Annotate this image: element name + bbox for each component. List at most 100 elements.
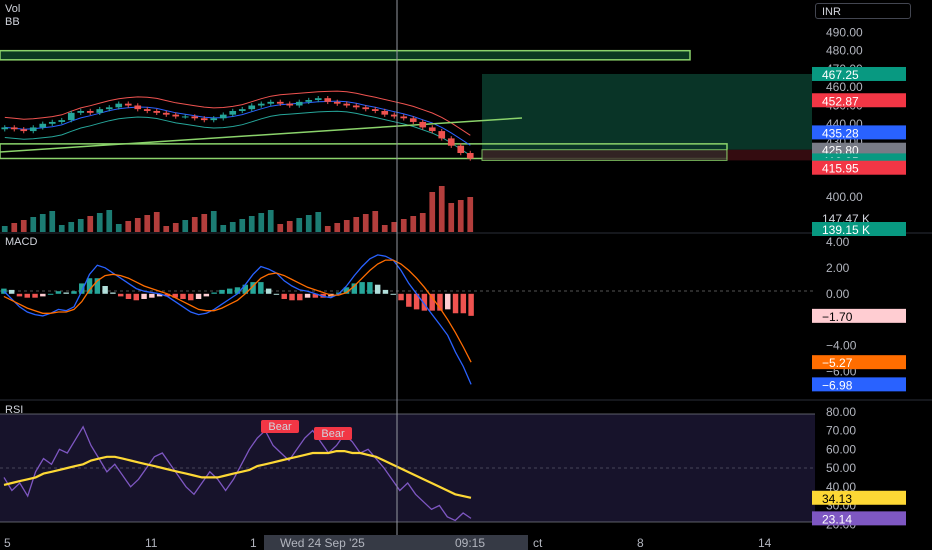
volume-bar xyxy=(201,214,208,232)
candle xyxy=(352,105,360,108)
macd-histogram-bar xyxy=(382,289,389,294)
macd-histogram-bar xyxy=(32,293,38,298)
volume-bar xyxy=(11,223,18,232)
macd-line xyxy=(3,254,472,385)
price-badge-0[interactable]: 467.25 xyxy=(812,66,906,82)
target-zone[interactable] xyxy=(482,73,812,150)
candle xyxy=(248,105,256,110)
candle xyxy=(286,103,294,106)
macd-histogram-bar xyxy=(47,293,54,295)
stop-zone[interactable] xyxy=(727,149,812,161)
volume-bar xyxy=(438,186,445,232)
candle xyxy=(172,114,180,117)
macd-histogram-bar xyxy=(149,293,155,298)
price-tick-8: 400.00 xyxy=(826,190,863,204)
candle xyxy=(210,118,218,121)
macd-badge-1-text: −5.27 xyxy=(822,356,853,370)
candle xyxy=(58,120,66,122)
candle xyxy=(267,101,275,104)
macd-histogram-bar xyxy=(195,293,202,299)
candle xyxy=(191,116,199,119)
time-axis[interactable]: 5 11 1 ct 8 14 Wed 24 Sep '25 09:15 xyxy=(4,535,772,550)
candle xyxy=(428,127,436,132)
macd-histogram-bar xyxy=(390,293,396,295)
volume-bar xyxy=(429,192,436,232)
price-tick-2: 480.00 xyxy=(826,44,863,58)
macd-histogram-bar xyxy=(188,293,194,301)
volume-bar xyxy=(315,212,322,232)
supply-zone[interactable] xyxy=(0,49,691,61)
bear-label-2[interactable]: Bear xyxy=(314,427,352,440)
rsi-badge-0[interactable]: 34.13 xyxy=(812,490,906,506)
macd-histogram-bar xyxy=(40,293,46,297)
bear-label-1-text: Bear xyxy=(268,421,292,433)
volume-bar xyxy=(134,218,141,232)
macd-histogram-bar xyxy=(63,292,69,294)
price-badge-6[interactable]: 415.95 xyxy=(812,160,906,176)
trading-chart[interactable]: Bear Bear Vol BB MACD RSI 500.00490.0048… xyxy=(0,0,932,550)
macd-histogram-bar xyxy=(452,293,459,314)
volume-bar xyxy=(115,224,122,232)
candle xyxy=(381,110,389,115)
volume-bar xyxy=(239,219,246,232)
macd-histogram-bar xyxy=(359,282,365,294)
macd-badge-2[interactable]: −6.98 xyxy=(812,377,906,392)
macd-badge-0[interactable]: −1.70 xyxy=(812,308,906,324)
macd-histogram-bar xyxy=(102,286,108,294)
macd-histogram-bar xyxy=(374,284,381,294)
rsi-badge-1[interactable]: 23.14 xyxy=(812,511,906,526)
volume-bar xyxy=(39,214,46,232)
macd-tick-2: 0.00 xyxy=(826,287,850,301)
time-label-3: 1 xyxy=(250,536,257,550)
macd-histogram-bar xyxy=(141,293,147,299)
volume-badge-1-text: 139.15 K xyxy=(822,223,870,237)
macd-histogram-bar xyxy=(460,293,467,314)
volume-bar xyxy=(391,222,398,232)
candle xyxy=(324,98,332,102)
volume-bar xyxy=(163,226,170,232)
time-label-2: 11 xyxy=(145,536,158,550)
candle xyxy=(134,105,142,110)
candle xyxy=(48,121,56,124)
price-badge-2[interactable]: 435.28 xyxy=(812,125,906,140)
macd-histogram-bar xyxy=(304,293,311,298)
price-badge-1[interactable]: 452.87 xyxy=(812,93,906,108)
volume-bar xyxy=(372,211,379,232)
macd-histogram-bar xyxy=(133,293,139,301)
bollinger-bands xyxy=(4,90,471,156)
candle xyxy=(10,127,18,130)
price-badge-2-text: 435.28 xyxy=(822,126,859,140)
candle xyxy=(333,101,341,104)
volume-badge-1[interactable]: 139.15 K xyxy=(812,222,906,237)
candle xyxy=(162,112,170,115)
volume-bar xyxy=(144,215,151,232)
macd-badge-1[interactable]: −5.27 xyxy=(812,355,906,370)
rsi-badge-0-text: 34.13 xyxy=(822,492,852,506)
volume-bar xyxy=(229,222,236,232)
candle xyxy=(1,127,9,130)
rsi-tick-2: 60.00 xyxy=(826,442,856,456)
bear-label-1[interactable]: Bear xyxy=(261,420,299,433)
volume-bars xyxy=(1,186,474,232)
volume-bar xyxy=(220,225,227,232)
macd-histogram-bar xyxy=(281,293,287,299)
rsi-label: RSI xyxy=(5,404,23,416)
candle xyxy=(371,109,379,111)
price-scale[interactable]: 500.00490.00480.00470.00460.00450.00440.… xyxy=(812,7,906,531)
candle xyxy=(67,112,75,121)
rsi-tick-0: 80.00 xyxy=(826,405,856,419)
time-label-5: 8 xyxy=(637,536,644,550)
volume-bar xyxy=(448,203,455,232)
candle xyxy=(219,114,227,119)
volume-bar xyxy=(182,220,189,232)
volume-bar xyxy=(400,219,407,232)
bear-label-2-text: Bear xyxy=(321,428,345,440)
stop-zone-grey[interactable] xyxy=(481,149,728,161)
candle xyxy=(20,129,28,132)
currency-button[interactable]: INR xyxy=(815,3,911,19)
crosshair-time: 09:15 xyxy=(455,536,485,550)
volume-bar xyxy=(258,213,265,232)
candle xyxy=(419,121,427,128)
macd-badge-2-text: −6.98 xyxy=(822,378,853,392)
candle xyxy=(229,110,237,115)
